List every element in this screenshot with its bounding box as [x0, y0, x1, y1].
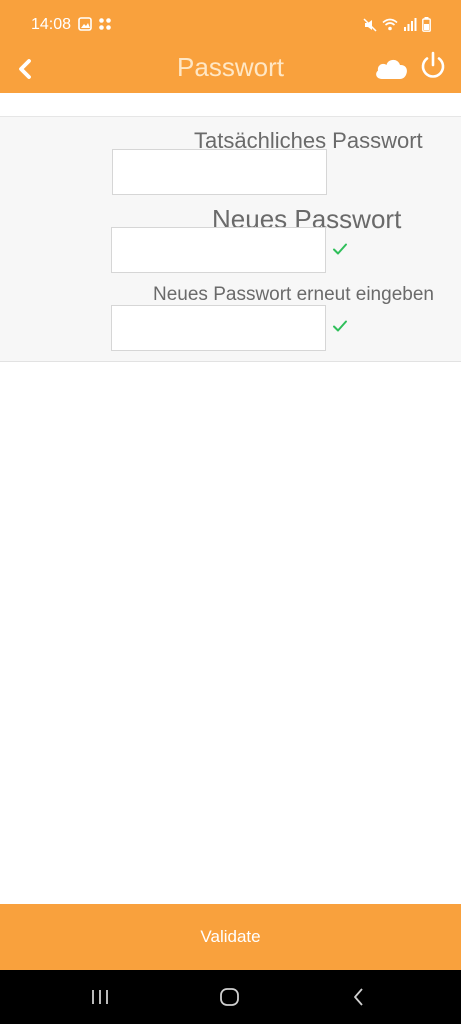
mute-icon — [363, 17, 377, 32]
home-icon — [220, 988, 239, 1006]
cloud-button[interactable] — [373, 54, 409, 82]
navigation-bar — [0, 970, 461, 1024]
current-password-input[interactable] — [112, 149, 327, 195]
confirm-password-check-icon — [333, 320, 347, 332]
validate-button[interactable]: Validate — [0, 904, 461, 970]
power-button[interactable] — [418, 50, 448, 82]
power-icon — [421, 51, 445, 78]
status-bar: 14:08 — [0, 0, 461, 48]
status-right-icons — [363, 17, 431, 32]
recent-apps-button[interactable] — [90, 987, 110, 1012]
wifi-icon — [382, 18, 398, 31]
image-icon — [78, 17, 92, 31]
status-time: 14:08 — [31, 16, 72, 33]
recent-apps-icon — [92, 990, 108, 1004]
system-back-button[interactable] — [351, 987, 367, 1012]
cloud-icon — [376, 59, 407, 79]
password-form: Tatsächliches Passwort Neues Passwort Ne… — [0, 116, 461, 362]
back-icon — [354, 988, 363, 1006]
confirm-password-label: Neues Passwort erneut eingeben — [153, 284, 434, 305]
battery-icon — [422, 17, 431, 32]
signal-icon — [404, 18, 417, 31]
confirm-password-input[interactable] — [111, 305, 326, 351]
new-password-check-icon — [333, 243, 347, 255]
status-left-icons — [78, 17, 112, 31]
apps-grid-icon — [99, 18, 111, 30]
new-password-input[interactable] — [111, 227, 326, 273]
home-button[interactable] — [219, 987, 241, 1012]
validate-button-label: Validate — [200, 927, 261, 946]
app-bar: Passwort — [0, 48, 461, 93]
